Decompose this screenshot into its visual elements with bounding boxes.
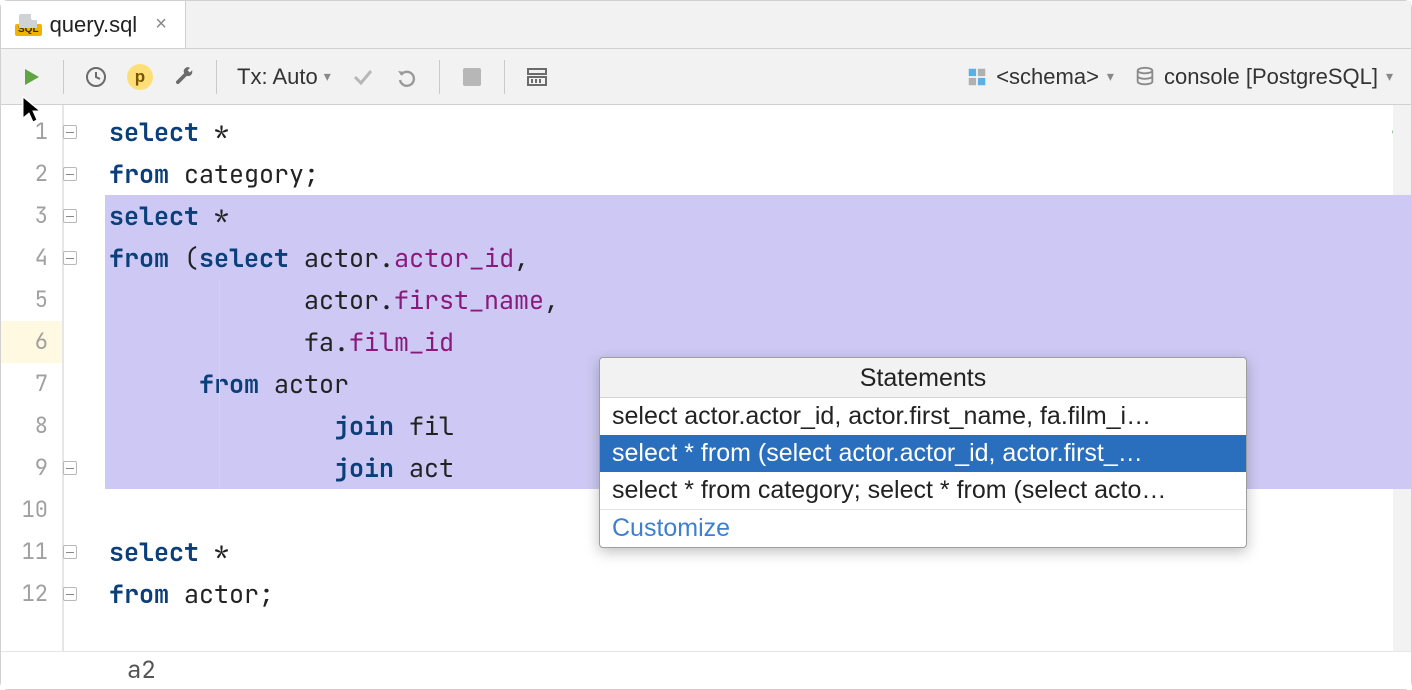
popup-customize[interactable]: Customize [600,510,1246,547]
fold-marker[interactable] [63,111,105,153]
popup-item[interactable]: select * from category; select * from (s… [600,472,1246,509]
line-number: 3 [1,195,62,237]
console-dropdown[interactable]: console [PostgreSQL] ▾ [1126,64,1401,90]
chevron-down-icon: ▾ [1107,68,1114,85]
p-button[interactable]: p [120,57,160,97]
status-text: a2 [127,655,156,686]
code-line[interactable]: from (select actor.actor_id, [105,237,1411,279]
fold-gutter [63,105,105,651]
schema-dropdown[interactable]: <schema> ▾ [958,64,1122,90]
toolbar-separator [216,60,217,94]
chevron-down-icon: ▾ [324,68,331,85]
code-line[interactable]: from actor; [105,573,1411,615]
fold-marker [63,363,105,405]
line-number: 11 [1,531,62,573]
fold-marker[interactable] [63,447,105,489]
code-line[interactable]: actor.first_name, [105,279,1411,321]
tx-mode-label: Tx: Auto [237,64,318,90]
close-icon[interactable]: × [155,13,167,36]
database-icon [1134,66,1156,88]
fold-marker [63,321,105,363]
mouse-cursor [22,96,42,129]
code-line[interactable]: select * [105,111,1411,153]
status-bar: a2 [1,651,1411,689]
stop-icon [463,68,481,86]
popup-item[interactable]: select actor.actor_id, actor.first_name,… [600,398,1246,435]
tx-mode-dropdown[interactable]: Tx: Auto ▾ [229,64,339,90]
tab-label: query.sql [50,12,138,38]
line-number: 9 [1,447,62,489]
toolbar-separator [504,60,505,94]
statements-popup: Statements select actor.actor_id, actor.… [599,357,1247,548]
tab-query-sql[interactable]: SQL query.sql × [1,1,186,48]
line-number: 4 [1,237,62,279]
line-number: 12 [1,573,62,615]
fold-marker[interactable] [63,573,105,615]
popup-title: Statements [600,358,1246,398]
wrench-button[interactable] [164,57,204,97]
line-number: 10 [1,489,62,531]
toolbar-separator [439,60,440,94]
fold-marker[interactable] [63,153,105,195]
chevron-down-icon: ▾ [1386,68,1393,85]
line-number: 2 [1,153,62,195]
code-line[interactable]: select * [105,195,1411,237]
fold-marker[interactable] [63,531,105,573]
line-number: 8 [1,405,62,447]
run-button[interactable] [11,57,51,97]
sql-file-icon: SQL [15,14,42,36]
settings-button[interactable] [517,57,557,97]
console-label: console [PostgreSQL] [1164,64,1378,90]
fold-marker [63,405,105,447]
popup-item[interactable]: select * from (select actor.actor_id, ac… [600,435,1246,472]
rollback-button[interactable] [387,57,427,97]
fold-marker[interactable] [63,237,105,279]
toolbar-separator [63,60,64,94]
stop-button[interactable] [452,57,492,97]
line-number-gutter: 123456789101112 [1,105,63,651]
line-number: 5 [1,279,62,321]
toolbar: p Tx: Auto ▾ <schema> ▾ console [Postgre… [1,49,1411,105]
fold-marker [63,279,105,321]
tab-bar: SQL query.sql × [1,1,1411,49]
code-area[interactable]: ✔ select *from category;select *from (se… [105,105,1411,651]
code-line[interactable]: from category; [105,153,1411,195]
line-number: 6 [1,321,62,363]
line-number: 7 [1,363,62,405]
fold-marker[interactable] [63,195,105,237]
history-button[interactable] [76,57,116,97]
code-editor[interactable]: 123456789101112 ✔ select *from category;… [1,105,1411,651]
schema-label: <schema> [996,64,1099,90]
fold-marker [63,489,105,531]
commit-button[interactable] [343,57,383,97]
schema-icon [966,66,988,88]
